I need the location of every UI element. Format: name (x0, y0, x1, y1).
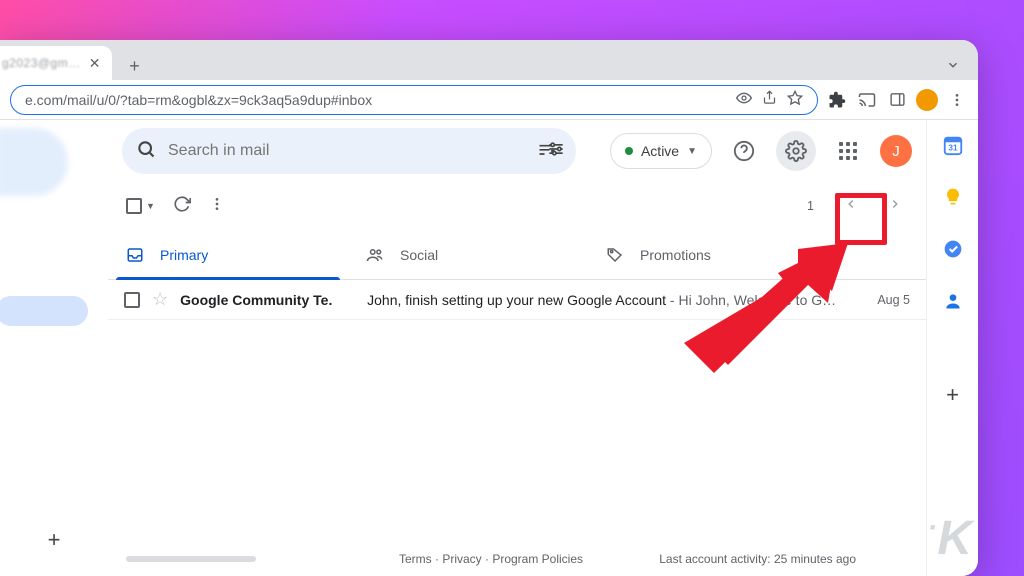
account-avatar[interactable]: J (880, 135, 912, 167)
contacts-icon[interactable] (942, 290, 964, 312)
keep-icon[interactable] (942, 186, 964, 208)
url-bar: e.com/mail/u/0/?tab=rm&ogbl&zx=9ck3aq5a9… (0, 80, 978, 120)
sidepanel-icon[interactable] (886, 89, 908, 111)
terms-link[interactable]: Terms (399, 552, 432, 566)
close-tab-icon[interactable]: ✕ (89, 55, 101, 72)
browser-window: g2023@gm… ✕ + e.com/mail/u/0/?tab=rm&ogb… (0, 40, 978, 576)
tab-primary-label: Primary (160, 247, 208, 263)
status-dot-icon (625, 147, 633, 155)
next-page-button[interactable] (882, 191, 908, 222)
search-box[interactable] (122, 128, 576, 174)
tab-title: g2023@gm… (2, 56, 81, 70)
tab-social-label: Social (400, 247, 438, 263)
row-sender: Google Community Te. (180, 292, 355, 308)
footer: Terms · Privacy · Program Policies Last … (108, 548, 874, 570)
tag-icon (606, 246, 624, 264)
compose-button[interactable] (0, 128, 68, 196)
new-label-button[interactable]: + (38, 524, 70, 556)
gear-icon (785, 140, 807, 162)
activity-text[interactable]: Last account activity: 25 minutes ago (659, 552, 856, 566)
search-icon (136, 139, 156, 164)
share-icon[interactable] (762, 90, 777, 109)
apps-button[interactable] (828, 131, 868, 171)
gmail-header: Active ▼ J (108, 120, 926, 182)
calendar-icon[interactable]: 31 (942, 134, 964, 156)
status-label: Active (641, 143, 679, 159)
avatar-initial: J (892, 143, 900, 160)
row-date: Aug 5 (854, 293, 910, 307)
star-toggle[interactable]: ☆ (152, 289, 168, 310)
inbox-icon (126, 246, 144, 264)
tab-strip: g2023@gm… ✕ + (0, 40, 978, 80)
settings-button[interactable] (776, 131, 816, 171)
browser-tab[interactable]: g2023@gm… ✕ (0, 46, 112, 80)
tabs-chevron-down-icon[interactable] (938, 50, 968, 80)
addr-icons (736, 90, 803, 109)
browser-menu-icon[interactable] (946, 89, 968, 111)
mail-toolbar: ▼ 1 (108, 182, 926, 230)
new-tab-button[interactable]: + (120, 52, 148, 80)
url-text: e.com/mail/u/0/?tab=rm&ogbl&zx=9ck3aq5a9… (25, 92, 372, 108)
footer-links: Terms · Privacy · Program Policies (399, 552, 583, 566)
addons-button[interactable]: + (946, 382, 959, 408)
search-input[interactable] (168, 142, 525, 160)
apps-grid-icon (839, 142, 857, 160)
main-pane: Active ▼ J ▼ (108, 120, 926, 576)
address-field[interactable]: e.com/mail/u/0/?tab=rm&ogbl&zx=9ck3aq5a9… (10, 85, 818, 115)
extensions-icon[interactable] (826, 89, 848, 111)
tab-primary[interactable]: Primary (108, 230, 348, 279)
chevron-down-icon: ▼ (687, 146, 697, 157)
category-tabs: Primary Social Promotions (108, 230, 926, 280)
page-info: 1 (807, 199, 814, 213)
policies-link[interactable]: Program Policies (492, 552, 583, 566)
left-rail: + (0, 120, 108, 576)
storage-bar (126, 556, 256, 562)
sidebar-selected-item[interactable] (6, 296, 102, 326)
star-icon[interactable] (787, 90, 803, 109)
help-button[interactable] (724, 131, 764, 171)
tab-promotions-label: Promotions (640, 247, 711, 263)
cast-icon[interactable] (856, 89, 878, 111)
tab-promotions[interactable]: Promotions (588, 230, 828, 279)
mail-list: ☆ Google Community Te. John, finish sett… (108, 280, 926, 320)
right-rail: 31 + (926, 120, 978, 576)
svg-text:31: 31 (948, 144, 958, 153)
more-menu-button[interactable] (209, 196, 225, 217)
eye-icon[interactable] (736, 90, 752, 109)
prev-page-button[interactable] (838, 191, 864, 222)
status-chip[interactable]: Active ▼ (610, 133, 712, 169)
browser-profile-avatar[interactable] (916, 89, 938, 111)
tab-social[interactable]: Social (348, 230, 588, 279)
select-all-checkbox[interactable]: ▼ (126, 198, 155, 214)
people-icon (366, 246, 384, 264)
mail-row[interactable]: ☆ Google Community Te. John, finish sett… (108, 280, 926, 320)
privacy-link[interactable]: Privacy (442, 552, 481, 566)
search-options-icon[interactable] (537, 139, 566, 164)
row-checkbox[interactable] (124, 292, 140, 308)
row-subject: John, finish setting up your new Google … (367, 292, 842, 308)
gmail-app: + Active (0, 120, 978, 576)
tasks-icon[interactable] (942, 238, 964, 260)
refresh-button[interactable] (173, 195, 191, 218)
